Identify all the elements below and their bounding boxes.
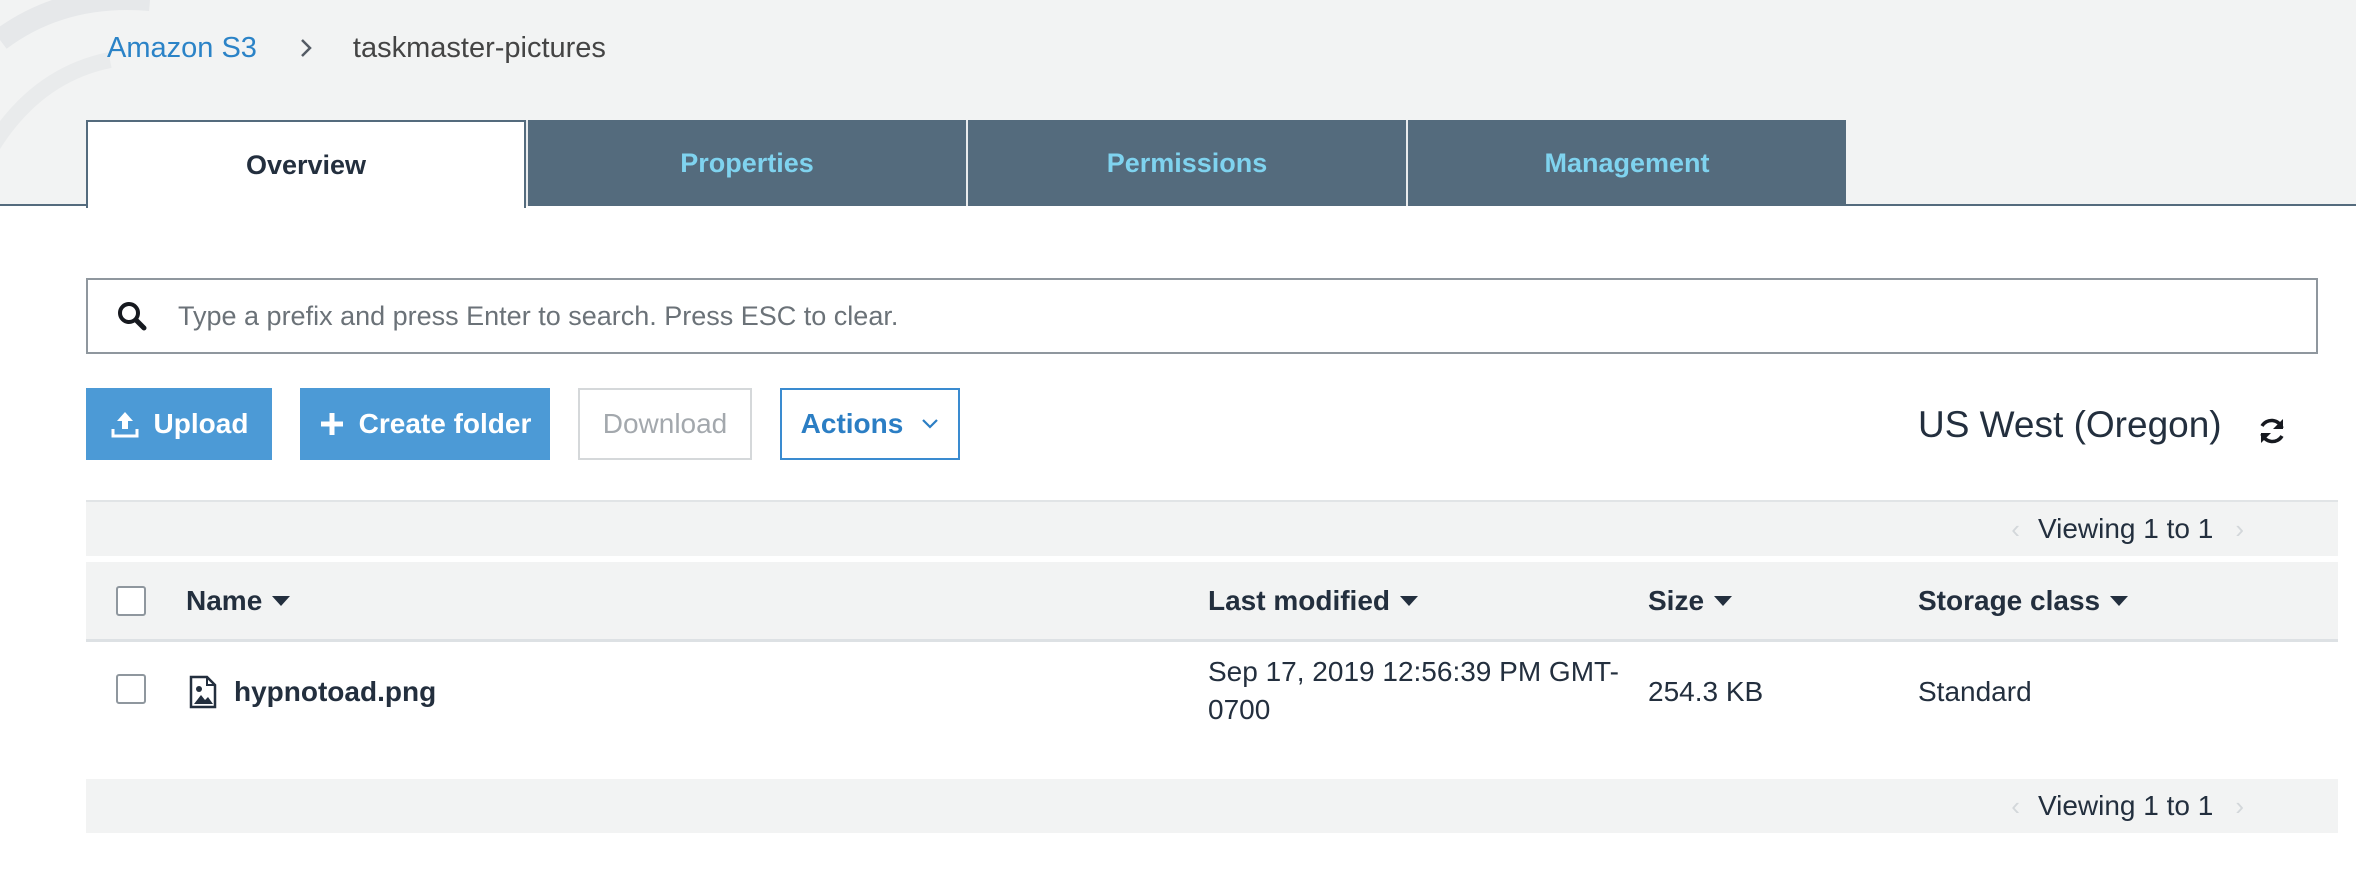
refresh-icon[interactable]	[2256, 415, 2288, 447]
column-header-name[interactable]: Name	[186, 562, 291, 639]
breadcrumb-amazon-s3-link[interactable]: Amazon S3	[107, 32, 257, 65]
sort-caret-icon	[272, 595, 291, 606]
actions-dropdown-button[interactable]: Actions	[780, 388, 960, 460]
tab-properties[interactable]: Properties	[526, 120, 966, 206]
region-label: US West (Oregon)	[1918, 404, 2222, 445]
sort-caret-icon	[1400, 595, 1419, 606]
upload-button[interactable]: Upload	[86, 388, 272, 460]
last-modified-value: Sep 17, 2019 12:56:39 PM GMT-0700	[1208, 656, 1619, 725]
search-input[interactable]	[176, 299, 2316, 333]
create-folder-button[interactable]: Create folder	[300, 388, 550, 460]
chevron-down-icon	[922, 419, 939, 429]
table-header: Name Last modified Size Storage class	[86, 562, 2338, 642]
column-header-size-label: Size	[1648, 584, 1705, 616]
next-page-icon[interactable]: ›	[2235, 514, 2244, 545]
previous-page-icon[interactable]: ‹	[2011, 514, 2020, 545]
plus-icon	[320, 413, 343, 435]
column-header-last-modified[interactable]: Last modified	[1208, 562, 1419, 639]
previous-page-icon[interactable]: ‹	[2011, 791, 2020, 822]
upload-button-label: Upload	[153, 408, 249, 439]
breadcrumb-current-bucket: taskmaster-pictures	[352, 31, 606, 64]
image-file-icon	[189, 675, 217, 709]
tab-permissions[interactable]: Permissions	[966, 120, 1406, 206]
viewing-count: Viewing 1 to 1	[2037, 790, 2214, 821]
actions-button-label: Actions	[800, 408, 904, 439]
tab-management[interactable]: Management	[1406, 120, 1846, 206]
select-all-checkbox[interactable]	[116, 586, 146, 616]
search-icon	[112, 296, 152, 336]
storage-class-value: Standard	[1918, 676, 2032, 707]
column-header-storage-class[interactable]: Storage class	[1918, 562, 2129, 639]
chevron-right-icon	[299, 37, 313, 59]
create-folder-button-label: Create folder	[358, 408, 532, 439]
bucket-tabs: Overview Properties Permissions Manageme…	[86, 120, 1846, 208]
file-name-link[interactable]: hypnotoad.png	[234, 676, 436, 708]
next-page-icon[interactable]: ›	[2235, 791, 2244, 822]
viewing-count: Viewing 1 to 1	[2037, 513, 2214, 544]
pagination-bottom: ‹ Viewing 1 to 1 ›	[86, 779, 2338, 833]
search-box	[86, 278, 2318, 354]
size-value: 254.3 KB	[1648, 676, 1764, 707]
upload-icon	[111, 412, 139, 438]
pagination-top: ‹ Viewing 1 to 1 ›	[86, 500, 2338, 556]
column-header-last-modified-label: Last modified	[1208, 584, 1391, 616]
row-select-checkbox[interactable]	[116, 674, 146, 704]
sort-caret-icon	[1714, 595, 1733, 606]
tab-overview[interactable]: Overview	[86, 120, 526, 208]
column-header-name-label: Name	[186, 584, 263, 616]
column-header-size[interactable]: Size	[1648, 562, 1733, 639]
table-row: hypnotoad.png Sep 17, 2019 12:56:39 PM G…	[86, 642, 2338, 742]
download-button[interactable]: Download	[578, 388, 752, 460]
column-header-storage-class-label: Storage class	[1918, 584, 2101, 616]
sort-caret-icon	[2110, 595, 2129, 606]
breadcrumb: Amazon S3 taskmaster-pictures	[107, 28, 606, 68]
